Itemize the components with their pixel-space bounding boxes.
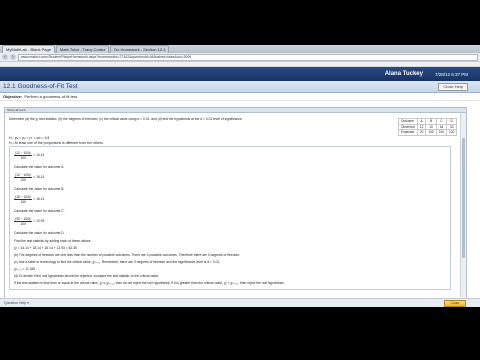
data-table: Outcome A B C D Observed 12 10 18 33 Exp… — [398, 118, 458, 136]
solution-step: If the test statistic is less than or eq… — [14, 281, 285, 285]
table-cell: 100 — [446, 129, 458, 136]
content-scrollbar[interactable] — [460, 113, 466, 297]
scrollbar-thumb[interactable] — [462, 138, 465, 258]
fraction-c: (18 − 100)² 100 = 16.14 — [14, 195, 45, 204]
fraction-d: (33 − 100)² 100 = 13.93 — [14, 217, 45, 226]
solution-step: Calculate the value for outcome D. — [14, 231, 65, 235]
content-panel: Show all work Determine (a) the χ² test … — [4, 107, 467, 299]
browser-tab[interactable]: Math Tutor - Tracy Cortez — [55, 45, 110, 53]
test-statistic: χ² = 14.14 + 18.14 + 16.14 + 13.93 = 62.… — [14, 246, 77, 250]
solution-area: (12 − 100)² 100 = 14.14 Calculate the va… — [9, 146, 451, 290]
browser-tab-strip: MyMathLab - Blank Page Math Tutor - Trac… — [0, 45, 480, 53]
table-cell: 100 — [435, 129, 448, 136]
question-help-link[interactable]: Question Help ▾ — [4, 300, 29, 306]
objective-line: Objective: Perform a goodness-of-fit test… — [0, 93, 480, 101]
content-header: Show all work — [5, 108, 466, 113]
objective-label: Objective: — [3, 94, 23, 99]
table-cell: 20 — [416, 129, 427, 136]
date-time: 7/28/12 6:37 PM — [434, 71, 468, 77]
app-header: Alana Tuckey 7/28/12 6:37 PM — [0, 67, 480, 81]
footer-bar: Question Help ▾ Close — [0, 298, 480, 307]
problem-statement: Determine (a) the χ² test statistic, (b)… — [9, 117, 243, 121]
address-bar[interactable]: www.mathxl.com/Student/PlayerHomework.as… — [18, 53, 478, 61]
screen-frame: MyMathLab - Blank Page Math Tutor - Trac… — [0, 45, 480, 307]
back-icon[interactable]: ‹ — [2, 54, 8, 60]
solution-step: Calculate the value for outcome C. — [14, 209, 65, 213]
table-cell: Observed — [398, 123, 418, 130]
solution-step: (d) To decide if the null hypothesis sho… — [14, 274, 160, 278]
close-help-button[interactable]: Close Help — [438, 82, 468, 91]
browser-tab[interactable]: Do Homework - Section 12.1 — [110, 45, 170, 53]
solution-step: (c) Use a table or technology to find th… — [14, 260, 221, 264]
table-row: Expected 20 100 100 100 — [398, 129, 458, 136]
close-button[interactable]: Close — [444, 300, 466, 307]
table-cell: 100 — [425, 129, 437, 136]
fraction-b: (10 − 100)² 100 = 18.14 — [14, 173, 45, 182]
table-cell: Expected — [398, 129, 418, 136]
solution-step: Calculate the value for outcome A. — [14, 165, 65, 169]
browser-tab[interactable]: MyMathLab - Blank Page — [2, 45, 55, 53]
objective-text: Perform a goodness-of-fit test. — [24, 94, 79, 99]
forward-icon[interactable]: › — [10, 54, 16, 60]
hypotheses: H₀: pₐ = pᵦ = pᶜ = pᴅ = 1/4 H₁: At least… — [9, 136, 104, 146]
user-name: Alana Tuckey — [384, 71, 423, 77]
fraction-a: (12 − 100)² 100 = 14.14 — [14, 151, 45, 160]
solution-step: Find the test statistic by adding each o… — [14, 239, 92, 243]
section-bar: 12.1 Goodness-of-Fit Test Close Help — [0, 81, 480, 93]
solution-step: Calculate the value for outcome B. — [14, 187, 65, 191]
critical-value: χ²₀.₀₁ = 11.345 — [14, 267, 36, 271]
solution-step: (b) The degrees of freedom are one less … — [14, 253, 241, 257]
browser-toolbar: ‹ › www.mathxl.com/Student/PlayerHomewor… — [0, 53, 480, 62]
section-title: 12.1 Goodness-of-Fit Test — [3, 83, 78, 90]
